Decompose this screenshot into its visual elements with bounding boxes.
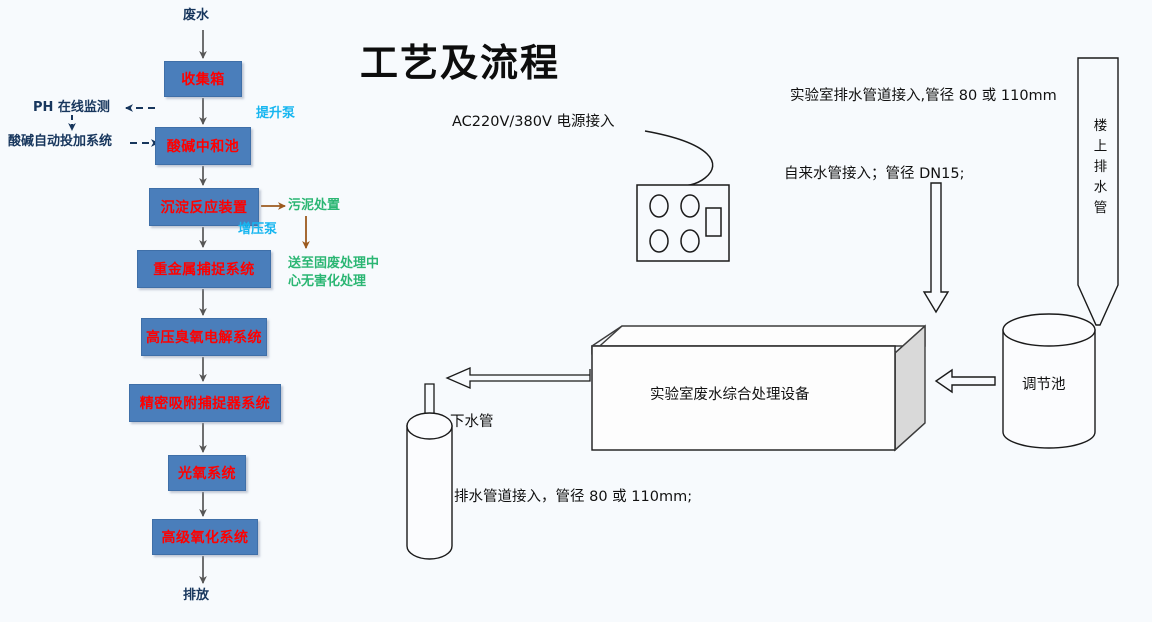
sewer-drop-arrow <box>416 383 443 454</box>
drain-connect-label: 排水管道接入，管径 80 或 110mm; <box>454 489 693 505</box>
page-title: 工艺及流程 <box>360 41 561 85</box>
sewer-pipe-label: 下水管 <box>450 414 494 430</box>
process-box-advanced-oxidation[interactable]: 高级氧化系统 <box>152 519 258 555</box>
flow-inlet-label: 废水 <box>183 8 210 23</box>
power-supply-label: AC220V/380V 电源接入 <box>452 114 615 130</box>
ph-monitor-label: PH 在线监测 <box>33 100 110 115</box>
diagram-canvas: 工艺及流程 废水 排放 收集箱 酸碱中和池 沉淀反应装置 重金属捕捉系统 高压臭… <box>0 0 1152 622</box>
lab-drain-inlet-label: 实验室排水管道接入,管径 80 或 110mm <box>790 88 1057 104</box>
sludge-disposal-label: 污泥处置 <box>288 198 341 213</box>
process-box-heavy-metal-capture[interactable]: 重金属捕捉系统 <box>137 250 271 288</box>
process-box-ozone-electrolysis[interactable]: 高压臭氧电解系统 <box>141 318 267 356</box>
equipment-label: 实验室废水综合处理设备 <box>650 387 810 403</box>
cylinder-pipe-icon <box>406 412 453 560</box>
power-lead-line <box>644 130 714 191</box>
process-box-neutralization-pool[interactable]: 酸碱中和池 <box>155 127 251 165</box>
tap-water-inlet-label: 自来水管接入；管径 DN15; <box>784 166 965 182</box>
equipment-to-sewer-arrow <box>445 367 591 389</box>
process-box-precision-adsorption[interactable]: 精密吸附捕捉器系统 <box>129 384 281 422</box>
dosing-system-label: 酸碱自动投加系统 <box>8 134 113 149</box>
sludge-note-line2: 心无害化处理 <box>288 274 367 289</box>
lift-pump-label: 提升泵 <box>256 106 296 121</box>
tap-water-arrow <box>922 182 950 314</box>
power-outlet-icon <box>636 184 730 262</box>
process-box-collection-tank[interactable]: 收集箱 <box>164 61 242 97</box>
process-box-precipitation-reactor[interactable]: 沉淀反应装置 <box>149 188 259 226</box>
flow-outlet-label: 排放 <box>183 588 210 603</box>
upstairs-drain-pipe-label: 楼上排水管 <box>1090 118 1107 221</box>
sludge-note-line1: 送至固废处理中 <box>288 256 380 271</box>
tank-to-equipment-arrow <box>934 368 996 394</box>
booster-pump-label: 增压泵 <box>238 222 278 237</box>
regulating-tank-label: 调节池 <box>1022 377 1066 393</box>
process-box-photo-oxidation[interactable]: 光氧系统 <box>168 455 246 491</box>
